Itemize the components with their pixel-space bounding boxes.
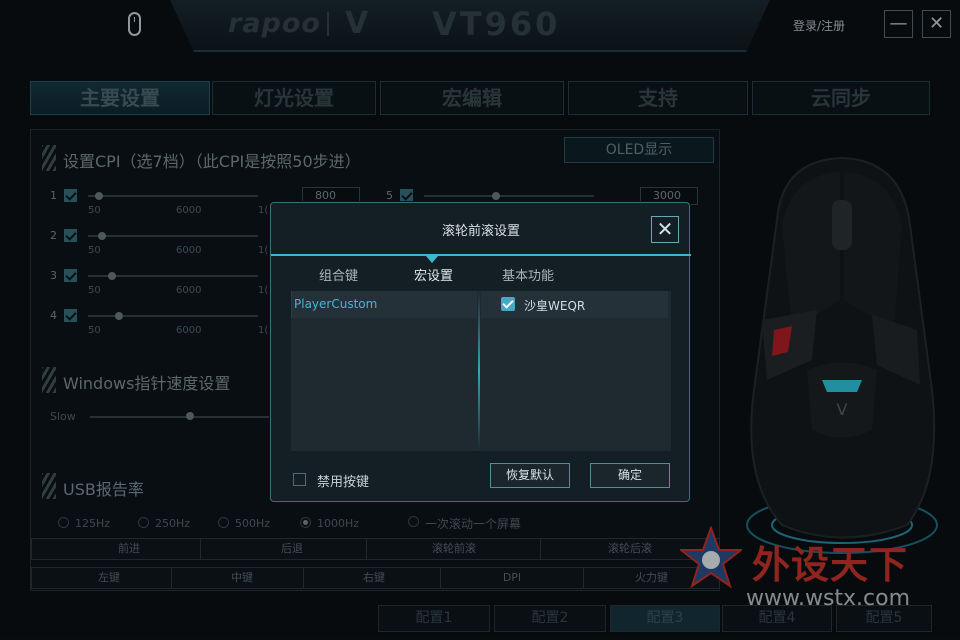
app-window: rapoo V VT960 登录/注册 — ✕ 主要设置 灯光设置 宏编辑 支持… [0,0,960,640]
disable-key-label: 禁用按键 [317,475,370,490]
active-tab-indicator [426,256,438,263]
disable-key-checkbox[interactable] [293,473,306,486]
macro-list-item[interactable]: PlayerCustom [291,291,477,318]
function-item-label: 沙皇WEQR [524,299,586,313]
list-divider [478,291,480,451]
dialog-tab-macro[interactable]: 宏设置 [414,265,453,284]
macro-list-box: PlayerCustom 沙皇WEQR [291,291,671,451]
restore-default-button[interactable]: 恢复默认 [490,463,570,488]
macro-item-label: PlayerCustom [294,297,378,311]
dialog-title: 滚轮前滚设置 [441,224,520,239]
function-list-item[interactable]: 沙皇WEQR [481,291,668,318]
dialog-accent-line [271,254,691,256]
dialog-tab-key-combo[interactable]: 组合键 [319,265,358,284]
ok-button[interactable]: 确定 [590,463,670,488]
dialog-close-button[interactable]: ✕ [651,216,679,243]
scroll-up-settings-dialog: 滚轮前滚设置 ✕ 组合键 宏设置 基本功能 PlayerCustom 沙皇WEQ… [270,202,691,502]
function-item-checkbox[interactable] [501,297,515,311]
dialog-tab-basic-function[interactable]: 基本功能 [502,265,554,284]
